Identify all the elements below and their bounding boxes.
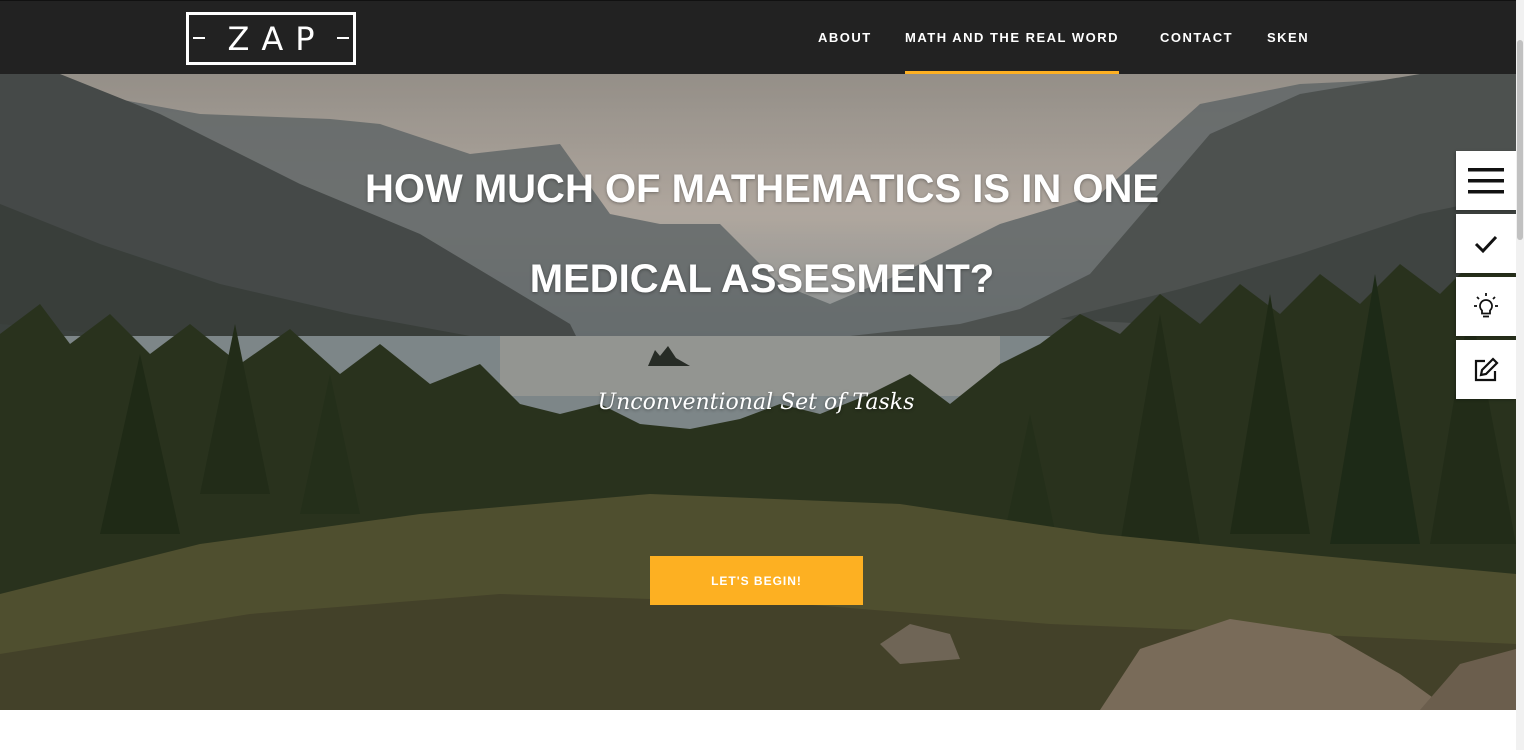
lightbulb-icon — [1474, 292, 1498, 317]
side-toolbar — [1456, 151, 1516, 403]
scrollbar[interactable] — [1516, 0, 1524, 750]
lightbulb-button[interactable] — [1456, 277, 1516, 336]
edit-icon — [1474, 356, 1499, 381]
navbar: ZAP ABOUT MATH AND THE REAL WORD CONTACT… — [0, 0, 1516, 75]
menu-button[interactable] — [1456, 151, 1516, 210]
logo-right-tick — [337, 37, 349, 39]
nav-item-sken[interactable]: SKEN — [1267, 1, 1309, 75]
logo[interactable]: ZAP — [186, 12, 356, 65]
hero-title-line-2: MEDICAL ASSESMENT? — [529, 257, 995, 301]
nav-item-math-and-the-real-word[interactable]: MATH AND THE REAL WORD — [905, 1, 1120, 75]
hero-title-line-1: HOW MUCH OF MATHEMATICS IS IN ONE — [364, 167, 1160, 211]
check-icon — [1474, 235, 1498, 253]
edit-button[interactable] — [1456, 340, 1516, 399]
scrollbar-thumb[interactable] — [1517, 40, 1523, 240]
check-button[interactable] — [1456, 214, 1516, 273]
hero-title: HOW MUCH OF MATHEMATICS IS IN ONE MEDICA… — [300, 144, 1224, 324]
menu-icon — [1468, 167, 1504, 193]
lets-begin-button[interactable]: LET'S BEGIN! — [650, 556, 863, 605]
logo-text: ZAP — [227, 19, 327, 58]
nav-item-contact[interactable]: CONTACT — [1160, 1, 1233, 75]
logo-left-tick — [193, 37, 205, 39]
nav-item-about[interactable]: ABOUT — [818, 1, 872, 75]
hero-subtitle: Unconventional Set of Tasks — [597, 390, 915, 415]
hero-section: HOW MUCH OF MATHEMATICS IS IN ONE MEDICA… — [0, 74, 1516, 710]
